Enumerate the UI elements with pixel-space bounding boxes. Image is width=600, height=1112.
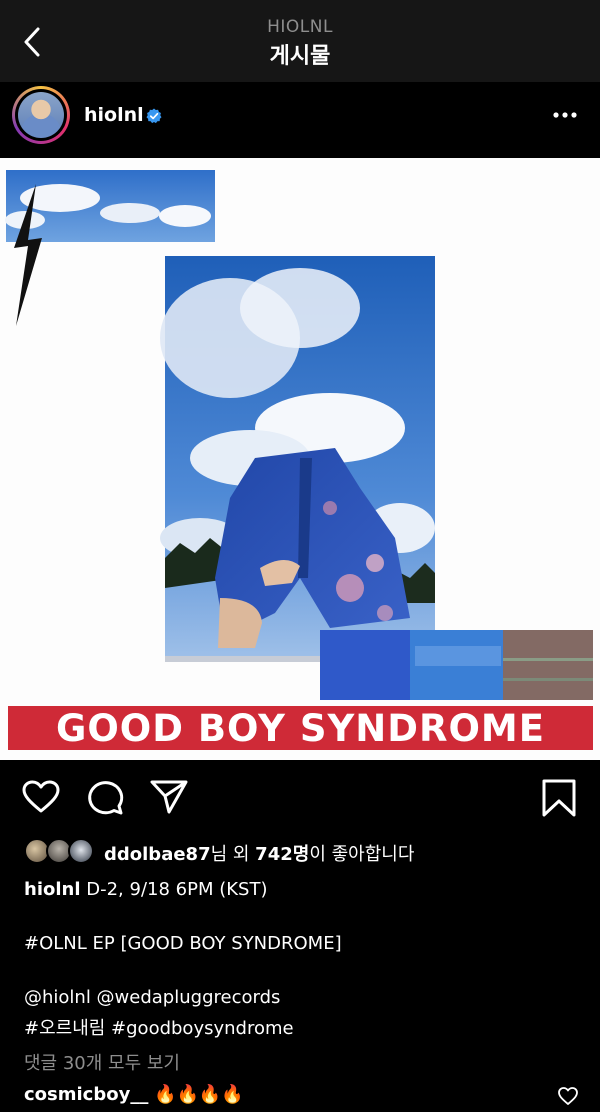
- post-username[interactable]: hiolnl: [84, 104, 144, 126]
- likes-count[interactable]: 742명: [255, 844, 309, 865]
- avatar-image: [18, 92, 64, 138]
- page-title: 게시물: [269, 44, 331, 69]
- liker-avatar: [68, 838, 94, 864]
- account-label: HIOLNL: [267, 17, 333, 37]
- post-image[interactable]: GOOD BOY SYNDROME: [0, 158, 600, 760]
- likes-suffix-b: 이 좋아합니다: [309, 844, 415, 865]
- share-send-icon[interactable]: [149, 779, 189, 815]
- top-nav-bar: HIOLNL 게시물: [0, 0, 600, 82]
- caption-text-2: #OLNL EP [GOOD BOY SYNDROME]: [24, 933, 342, 954]
- liker-username[interactable]: ddolbae87: [104, 844, 211, 865]
- caption-line-1: hiolnl D-2, 9/18 6PM (KST): [24, 879, 267, 900]
- post-header: hiolnl: [0, 82, 600, 158]
- bookmark-icon[interactable]: [541, 778, 577, 818]
- comment-row: cosmicboy__ 🔥🔥🔥🔥: [24, 1084, 244, 1105]
- caption-author[interactable]: hiolnl: [24, 879, 81, 900]
- likes-suffix-a: 님 외: [210, 844, 256, 865]
- caption-text-1: D-2, 9/18 6PM (KST): [86, 879, 268, 900]
- heart-icon[interactable]: [22, 780, 60, 814]
- likes-summary[interactable]: ddolbae87님 외 742명이 좋아합니다: [0, 836, 600, 866]
- more-dots-icon[interactable]: [552, 110, 578, 120]
- comment-bubble-icon[interactable]: [87, 779, 125, 815]
- collage-artwork: [5, 170, 593, 700]
- comment-author[interactable]: cosmicboy__: [24, 1084, 148, 1105]
- avatar[interactable]: [12, 86, 70, 144]
- verified-badge-icon: [146, 108, 162, 124]
- post-actions: [0, 760, 600, 836]
- image-title-banner: GOOD BOY SYNDROME: [8, 706, 593, 750]
- caption-hashtags[interactable]: #오르내림 #goodboysyndrome: [24, 1014, 294, 1040]
- view-all-comments-link[interactable]: 댓글 30개 모두 보기: [24, 1049, 180, 1075]
- comment-text: 🔥🔥🔥🔥: [154, 1084, 244, 1105]
- caption-mentions[interactable]: @hiolnl @wedapluggrecords: [24, 987, 280, 1008]
- likes-text: ddolbae87님 외 742명이 좋아합니다: [104, 840, 414, 866]
- comment-like-heart-icon[interactable]: [557, 1086, 579, 1106]
